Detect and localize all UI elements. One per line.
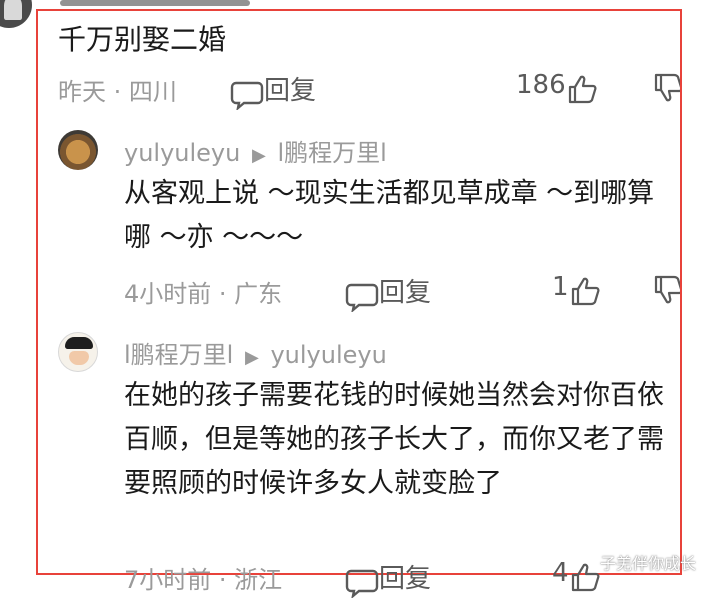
- thumbs-up-icon: [568, 75, 597, 103]
- like-count: 186: [516, 70, 566, 100]
- reply-arrow-icon: ▶: [251, 145, 266, 166]
- reply-2-like-button[interactable]: 4: [552, 558, 601, 593]
- thumbs-down-icon: [654, 275, 680, 304]
- reply-target[interactable]: l鹏程万里l: [277, 139, 386, 167]
- reply-label: 回复: [264, 76, 317, 106]
- reply-author[interactable]: l鹏程万里l: [124, 341, 233, 369]
- top-comment-like-button[interactable]: 186: [516, 70, 598, 105]
- reply-label: 回复: [379, 278, 432, 308]
- reply-2-text: 在她的孩子需要花钱的时候她当然会对你百依百顺，但是等她的孩子长大了，而你又老了需…: [124, 380, 664, 499]
- reply-2-reply-button[interactable]: 回复: [345, 558, 431, 598]
- reply-label: 回复: [379, 564, 432, 594]
- reply-author[interactable]: yulyuleyu: [124, 139, 240, 167]
- thumbs-down-icon: [654, 73, 680, 102]
- comment-bubble-icon: [345, 569, 379, 598]
- like-count: 1: [552, 272, 569, 302]
- avatar-yulyuleyu[interactable]: [58, 130, 98, 170]
- top-comment-meta: 昨天 · 四川: [58, 78, 177, 106]
- top-comment-dislike-button[interactable]: [652, 72, 680, 102]
- top-avatar[interactable]: [0, 0, 32, 28]
- reply-1-reply-button[interactable]: 回复: [345, 272, 431, 312]
- cut-off-header-text: [60, 0, 250, 6]
- comment-bubble-icon: [345, 283, 379, 312]
- reply-arrow-icon: ▶: [244, 347, 259, 368]
- like-count: 4: [552, 558, 569, 588]
- top-comment-reply-button[interactable]: 回复: [230, 70, 316, 110]
- reply-1-dislike-button[interactable]: [652, 274, 680, 304]
- reply-1-like-button[interactable]: 1: [552, 272, 601, 307]
- reply-1-header: yulyuleyu ▶ l鹏程万里l: [124, 133, 387, 168]
- reply-2-meta: 7小时前 · 浙江: [124, 566, 283, 594]
- thumbs-up-icon: [571, 563, 600, 591]
- reply-target[interactable]: yulyuleyu: [270, 341, 386, 369]
- avatar-pengcheng[interactable]: [58, 332, 98, 372]
- top-comment-text: 千万别娶二婚: [58, 23, 227, 56]
- comment-bubble-icon: [230, 81, 264, 110]
- watermark-text: 子羌伴你成长: [600, 554, 697, 573]
- reply-1-text: 从客观上说 ～现实生活都见草成章 ～到哪算哪 ～亦 ～～～: [124, 178, 655, 253]
- thumbs-up-icon: [571, 277, 600, 305]
- reply-1-meta: 4小时前 · 广东: [124, 280, 283, 308]
- reply-2-header: l鹏程万里l ▶ yulyuleyu: [124, 335, 387, 370]
